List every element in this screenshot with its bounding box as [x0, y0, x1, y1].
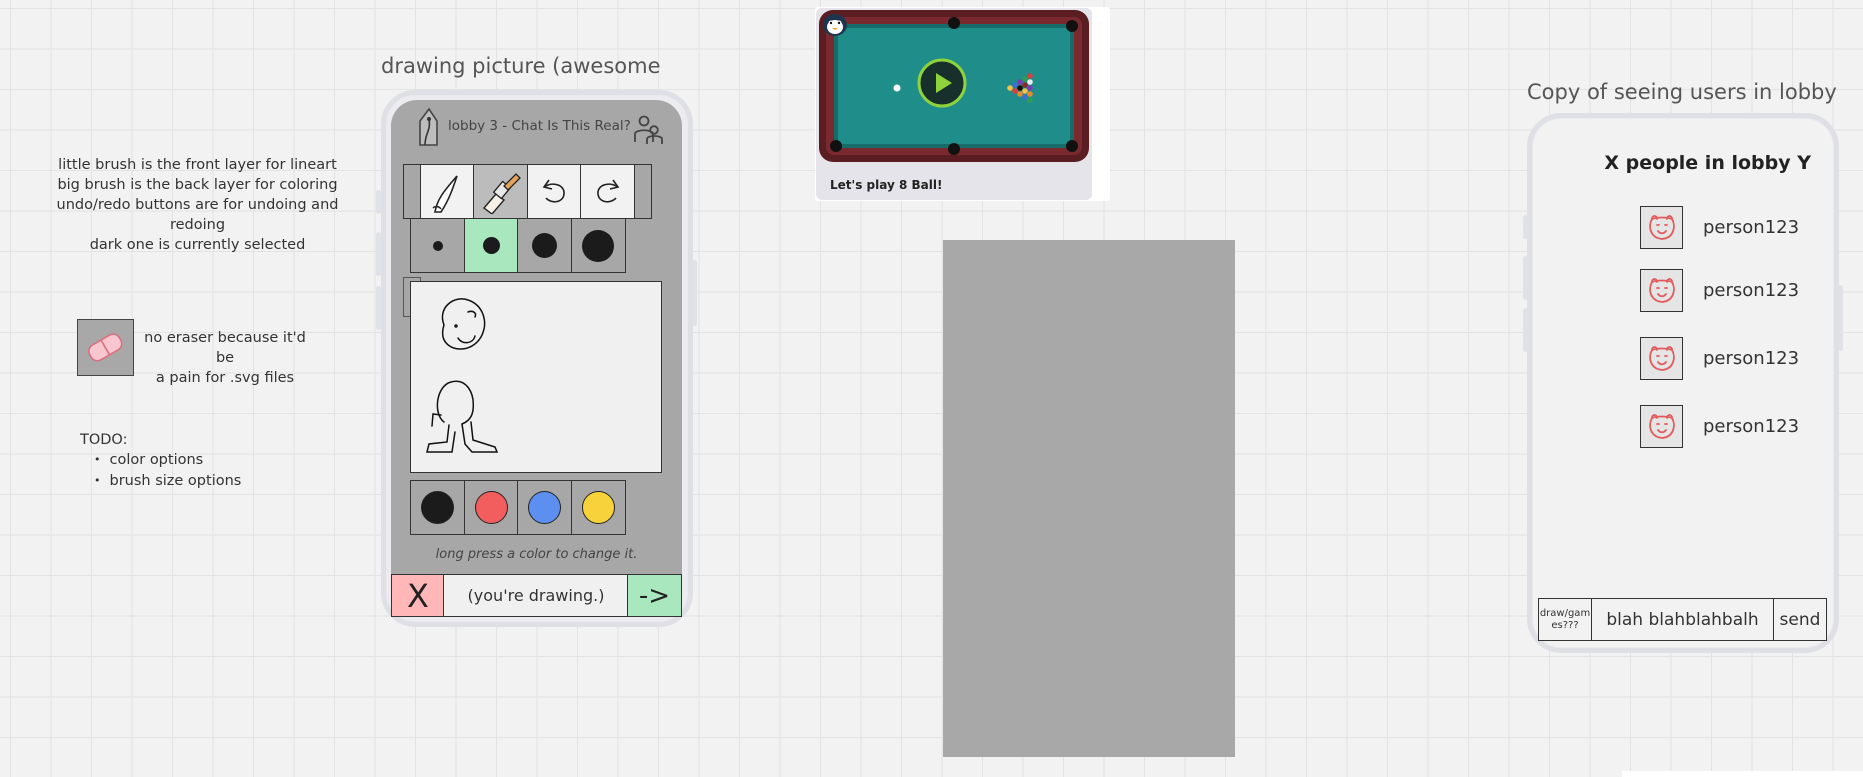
- avatar-icon: [1640, 336, 1683, 380]
- frame-title-lobby: Copy of seeing users in lobby: [1527, 80, 1837, 104]
- person-name: person123: [1703, 347, 1800, 369]
- game-caption: Let's play 8 Ball!: [830, 178, 943, 192]
- avatar-icon: [1640, 205, 1683, 249]
- color-row: [410, 480, 626, 535]
- lobby-title: lobby 3 - Chat Is This Real?: [448, 118, 631, 134]
- list-item[interactable]: person123: [1640, 268, 1800, 312]
- color-hint: long press a color to change it.: [435, 547, 638, 562]
- chat-bar: draw/gam es??? blah blahblahbalh send: [1538, 598, 1827, 641]
- color-swatch: [421, 491, 454, 524]
- lobby-heading: X people in lobby Y: [1604, 152, 1811, 174]
- size-dot: [532, 233, 557, 258]
- mode-toggle-button[interactable]: draw/gam es???: [1538, 598, 1592, 641]
- people-list: person123 person123 person123 person123: [1640, 205, 1800, 448]
- list-item[interactable]: person123: [1640, 404, 1800, 448]
- brush-notes: little brush is the front layer for line…: [30, 155, 365, 255]
- redo-button[interactable]: [580, 164, 635, 219]
- sketch-figure: [426, 298, 499, 453]
- send-button[interactable]: send: [1773, 598, 1827, 641]
- eraser-icon: [77, 319, 134, 376]
- bottom-edge-panel: [1622, 771, 1863, 777]
- status-field: (you're drawing.): [443, 574, 629, 617]
- users-icon[interactable]: [632, 114, 664, 150]
- color-black-button[interactable]: [410, 480, 465, 535]
- eraser-note: no eraser because it'd be a pain for .sv…: [140, 328, 310, 388]
- note-line: little brush is the front layer for line…: [58, 157, 337, 173]
- list-item[interactable]: person123: [1640, 336, 1800, 380]
- note-line: no eraser because it'd be: [144, 330, 306, 366]
- redo-icon: [596, 179, 619, 203]
- tools-row: [403, 164, 652, 219]
- person-name: person123: [1703, 216, 1800, 238]
- placeholder-frame: [943, 240, 1235, 757]
- color-blue-button[interactable]: [517, 480, 572, 535]
- undo-icon: [542, 179, 565, 203]
- play-button[interactable]: [915, 56, 969, 114]
- cancel-button[interactable]: X: [391, 574, 445, 617]
- note-line: big brush is the back layer for coloring: [57, 177, 338, 193]
- big-brush-icon: [482, 172, 521, 214]
- avatar-icon: [1640, 268, 1683, 312]
- color-swatch: [528, 491, 561, 524]
- size-large-button[interactable]: [570, 218, 626, 273]
- big-brush-button[interactable]: [473, 164, 528, 219]
- list-item[interactable]: person123: [1640, 205, 1800, 249]
- note-line: undo/redo buttons are for undoing and re…: [56, 197, 339, 233]
- pen-icon[interactable]: [413, 105, 443, 151]
- color-red-button[interactable]: [463, 480, 519, 535]
- size-tiny-button[interactable]: [410, 218, 465, 273]
- color-swatch: [474, 491, 508, 524]
- color-yellow-button[interactable]: [570, 480, 626, 535]
- drawing-canvas[interactable]: [410, 281, 662, 473]
- avatar-icon: [1640, 404, 1683, 448]
- tool-row-edge: [633, 164, 652, 219]
- submit-button[interactable]: ->: [627, 574, 682, 617]
- todo-title: TODO:: [80, 432, 128, 448]
- chat-input[interactable]: blah blahblahbalh: [1590, 598, 1775, 641]
- size-dot: [582, 229, 614, 262]
- todo-item: color options: [94, 450, 241, 471]
- note-line: a pain for .svg files: [155, 370, 295, 386]
- play-icon: [917, 58, 967, 108]
- size-dot: [482, 237, 500, 254]
- frame-title-drawing: drawing picture (awesome: [381, 54, 661, 78]
- tool-row-edge: [403, 164, 421, 219]
- person-name: person123: [1703, 415, 1800, 437]
- color-swatch: [581, 491, 615, 524]
- person-name: person123: [1703, 279, 1800, 301]
- todo-item: brush size options: [94, 471, 242, 492]
- size-medium-button[interactable]: [517, 218, 572, 273]
- little-brush-button[interactable]: [419, 164, 475, 219]
- note-line: dark one is currently selected: [89, 237, 306, 253]
- brush-size-row: [410, 218, 626, 273]
- size-small-button[interactable]: [463, 218, 519, 273]
- size-dot: [432, 240, 443, 251]
- little-brush-icon: [432, 174, 458, 213]
- todo-list: TODO: color options brush size options: [80, 430, 241, 492]
- penguin-avatar-icon: [821, 12, 849, 42]
- undo-button[interactable]: [526, 164, 582, 219]
